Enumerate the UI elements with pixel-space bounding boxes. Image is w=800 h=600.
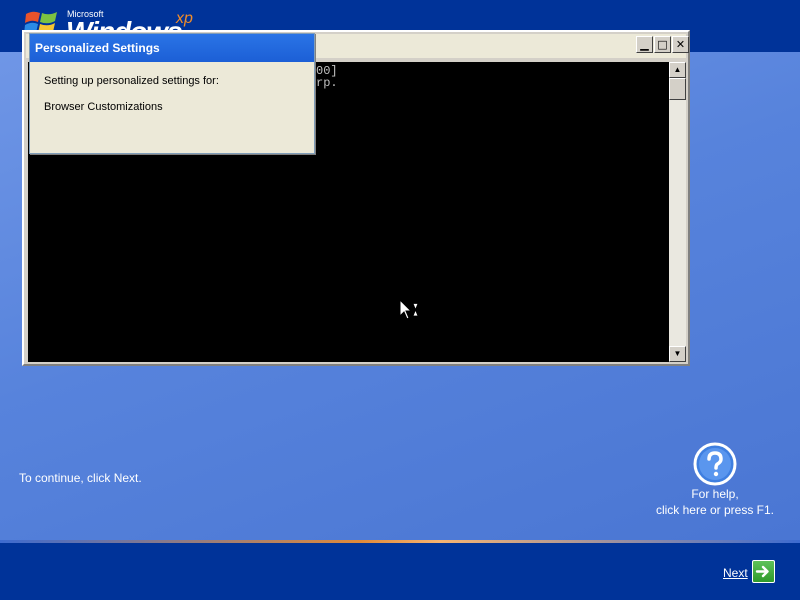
maximize-icon: □ — [657, 38, 668, 51]
minimize-icon: ▁ — [640, 38, 649, 51]
help-link[interactable]: For help, click here or press F1. — [630, 486, 800, 518]
help-icon[interactable] — [693, 442, 737, 486]
arrow-up-icon: ▲ — [673, 65, 682, 74]
next-link[interactable]: Next — [723, 566, 748, 580]
continue-instructions: To continue, click Next. — [19, 471, 142, 485]
console-line: rp. — [316, 76, 338, 90]
close-button[interactable]: ✕ — [672, 36, 689, 53]
status-item: Browser Customizations — [44, 101, 163, 113]
personalized-settings-dialog: Personalized Settings Setting up persona… — [29, 33, 315, 154]
maximize-button[interactable]: □ — [654, 36, 671, 53]
vertical-scrollbar[interactable]: ▲ ▼ — [669, 62, 686, 362]
bottom-band — [0, 543, 800, 600]
arrow-right-icon — [755, 565, 769, 578]
scroll-thumb[interactable] — [669, 78, 686, 100]
dialog-titlebar[interactable]: Personalized Settings — [30, 34, 314, 62]
help-text-line: For help, — [691, 487, 739, 501]
next-button[interactable] — [752, 560, 775, 583]
dialog-title: Personalized Settings — [35, 41, 160, 55]
xp-label: xp — [176, 10, 193, 27]
arrow-down-icon: ▼ — [673, 349, 682, 358]
minimize-button[interactable]: ▁ — [636, 36, 653, 53]
scroll-down-button[interactable]: ▼ — [669, 346, 686, 362]
scroll-up-button[interactable]: ▲ — [669, 62, 686, 78]
help-text-line: click here or press F1. — [655, 503, 775, 517]
busy-cursor-icon — [399, 298, 419, 320]
status-text: Setting up personalized settings for: — [44, 75, 219, 87]
close-icon: ✕ — [675, 38, 686, 51]
